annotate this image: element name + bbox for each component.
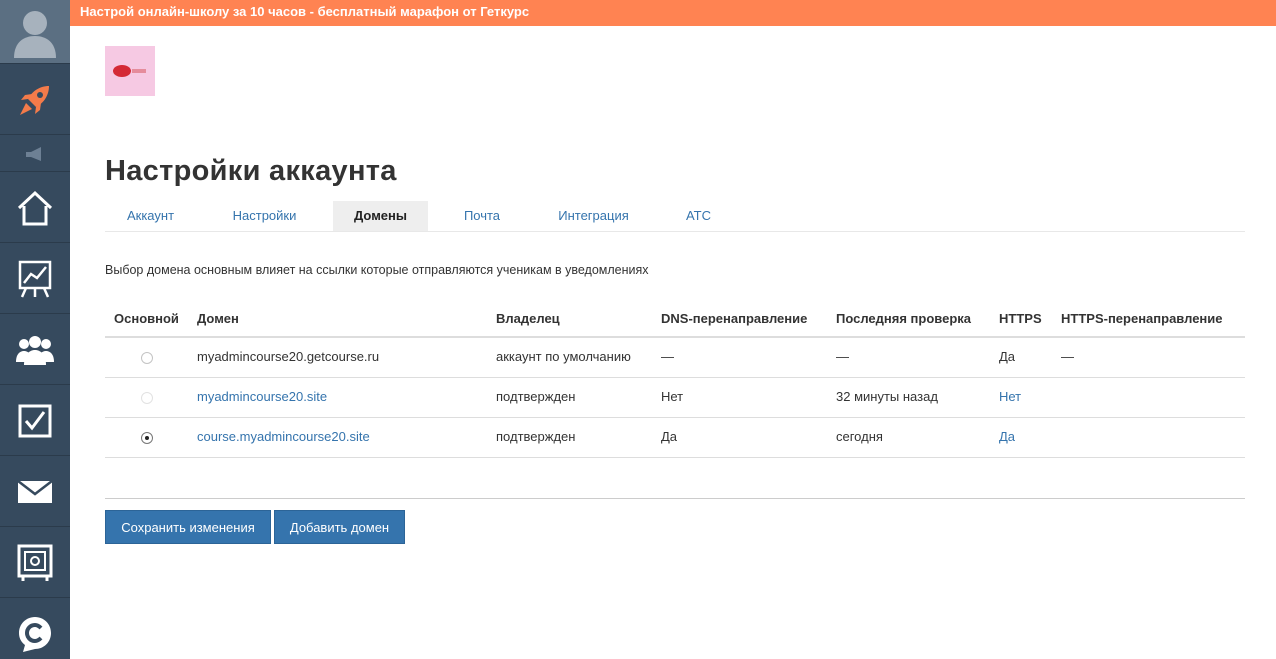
domain-owner: подтвержден [496,429,576,444]
domain-https-link[interactable]: Да [999,429,1015,444]
logo-image [113,65,146,77]
sidebar-avatar[interactable] [0,0,70,64]
promo-banner-text[interactable]: Настрой онлайн-школу за 10 часов - беспл… [80,4,529,19]
table-row: myadmincourse20.site подтвержден Нет 32 … [105,378,1245,418]
domain-dns: — [661,349,674,364]
domain-name-link[interactable]: course.myadmincourse20.site [197,429,370,444]
promo-banner[interactable]: Настрой онлайн-школу за 10 часов - беспл… [70,0,1276,26]
sidebar-item-safe[interactable] [0,528,70,598]
sidebar-item-mail[interactable] [0,457,70,527]
sidebar-item-stats[interactable] [0,244,70,314]
tab-integration[interactable]: Интеграция [536,201,651,231]
chart-icon [18,260,52,298]
primary-domain-radio[interactable] [141,432,153,444]
domains-description: Выбор домена основным влияет на ссылки к… [105,263,649,277]
rocket-icon [20,85,49,115]
table-row: myadmincourse20.getcourse.ru аккаунт по … [105,338,1245,378]
domain-https-redirect: — [1061,349,1074,364]
domain-last-check: 32 минуты назад [836,389,938,404]
mail-icon [17,479,53,503]
column-header-primary: Основной [114,311,179,326]
primary-domain-radio[interactable] [141,352,153,364]
sidebar [0,0,70,659]
home-icon [17,190,53,225]
avatar-icon [14,10,56,58]
sidebar-item-tasks[interactable] [0,386,70,456]
add-domain-button[interactable]: Добавить домен [274,510,405,544]
tab-domains[interactable]: Домены [333,201,428,231]
users-icon [16,335,54,365]
column-header-owner: Владелец [496,311,560,326]
domain-https: Да [999,349,1016,364]
settings-tabs: Аккаунт Настройки Домены Почта Интеграци… [105,201,1245,232]
table-header: Основной Домен Владелец DNS-перенаправле… [105,300,1245,338]
page-title: Настройки аккаунта [105,155,397,187]
save-changes-button[interactable]: Сохранить изменения [105,510,271,544]
domain-https-link[interactable]: Нет [999,389,1021,404]
megaphone-icon [26,146,41,161]
domain-dns: Да [661,429,678,444]
column-header-domain: Домен [197,311,239,326]
domain-last-check: — [836,349,849,364]
domains-table: Основной Домен Владелец DNS-перенаправле… [105,300,1245,458]
sidebar-item-chat[interactable] [0,599,70,659]
domain-last-check: сегодня [836,429,883,444]
tab-account[interactable]: Аккаунт [105,201,196,231]
column-header-https-redirect: HTTPS-перенаправление [1061,311,1223,326]
form-divider [105,498,1245,499]
column-header-https: HTTPS [999,311,1042,326]
column-header-dns: DNS-перенаправление [661,311,808,326]
domain-dns: Нет [661,389,684,404]
tab-mail[interactable]: Почта [446,201,518,231]
domain-name: myadmincourse20.getcourse.ru [197,349,380,364]
chat-icon [19,616,51,652]
tab-settings[interactable]: Настройки [214,201,315,231]
table-row: course.myadmincourse20.site подтвержден … [105,418,1245,458]
sidebar-item-announcements[interactable] [0,136,70,172]
column-header-last-check: Последняя проверка [836,311,972,326]
tasks-icon [18,404,52,437]
domain-owner: подтвержден [496,389,576,404]
primary-domain-radio[interactable] [141,392,153,404]
sidebar-item-rocket[interactable] [0,65,70,135]
tab-pbx[interactable]: АТС [669,201,728,231]
domain-owner: аккаунт по умолчанию [496,349,631,364]
account-logo [105,46,155,96]
sidebar-item-home[interactable] [0,173,70,243]
safe-icon [17,544,53,581]
sidebar-item-users[interactable] [0,315,70,385]
domain-name-link[interactable]: myadmincourse20.site [197,389,327,404]
